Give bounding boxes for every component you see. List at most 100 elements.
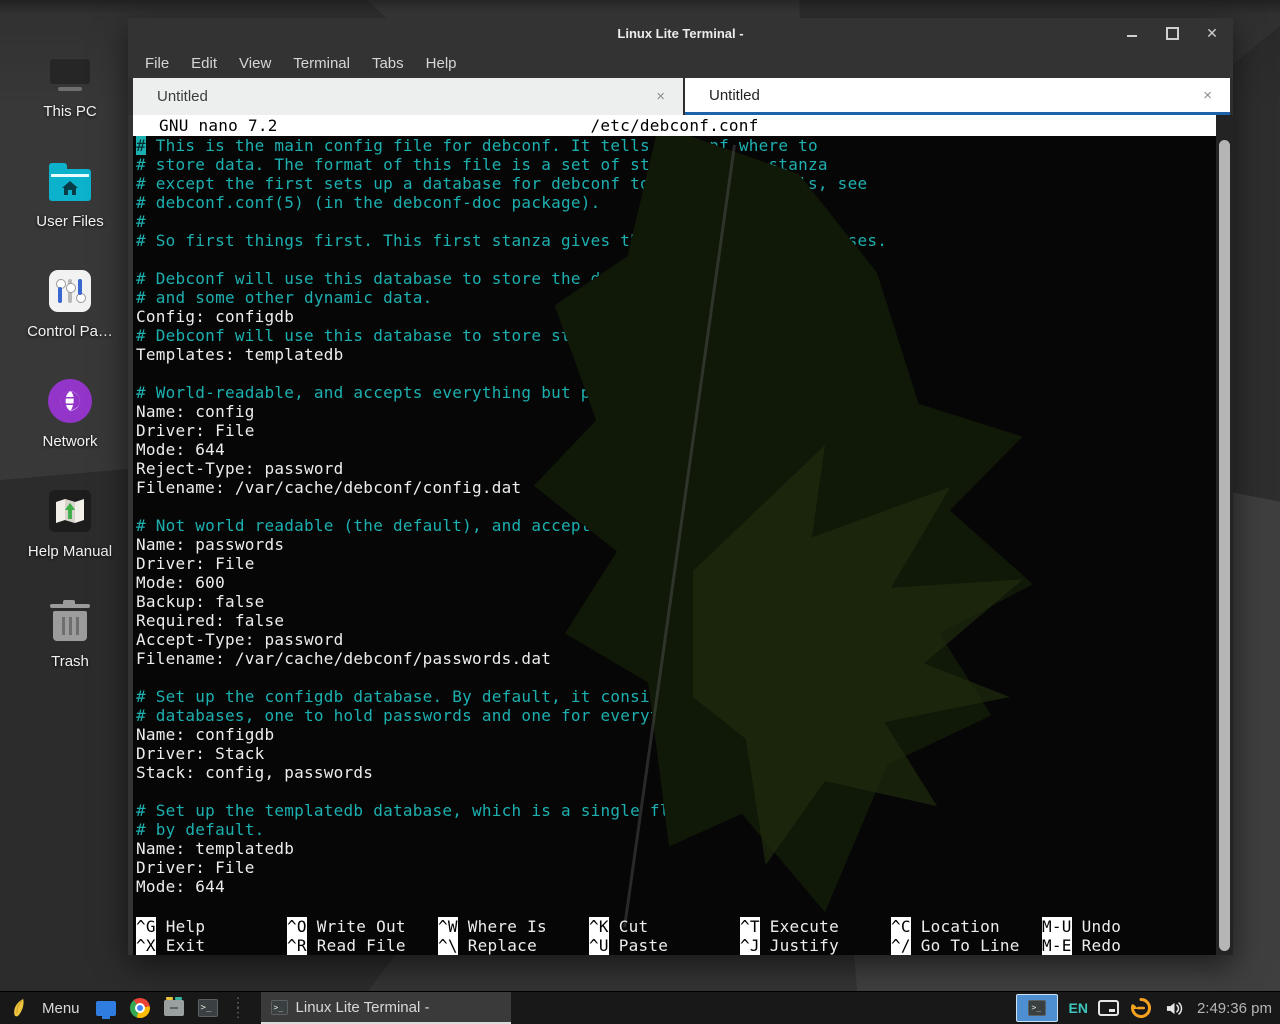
editor-line: # by default. xyxy=(133,820,1216,839)
editor-line: # Not world readable (the default), and … xyxy=(133,516,1216,535)
menu-button[interactable]: Menu xyxy=(42,1000,80,1017)
menu-edit[interactable]: Edit xyxy=(180,51,228,76)
desktop: This PC User Files Control Pa… xyxy=(0,0,1280,1024)
keyboard-layout-indicator[interactable]: EN xyxy=(1068,1000,1087,1016)
editor-line: # Debconf will use this database to stor… xyxy=(133,269,1216,288)
shortcut-cut[interactable]: ^KCut xyxy=(589,917,740,936)
editor-line: Config: configdb xyxy=(133,307,1216,326)
desktop-icon-trash[interactable]: Trash xyxy=(16,574,124,670)
update-manager-icon[interactable] xyxy=(1129,996,1153,1020)
tab-bar: Untitled × Untitled × xyxy=(128,78,1233,115)
editor-line: Name: config xyxy=(133,402,1216,421)
editor-line: Filename: /var/cache/debconf/passwords.d… xyxy=(133,649,1216,668)
editor-line xyxy=(133,364,1216,383)
titlebar[interactable]: Linux Lite Terminal - ✕ xyxy=(128,18,1233,48)
editor-line: # World-readable, and accepts everything… xyxy=(133,383,1216,402)
task-button-terminal[interactable]: >_ Linux Lite Terminal - xyxy=(261,992,511,1024)
terminal-launcher-icon[interactable]: >_ xyxy=(196,996,220,1020)
nano-shortcut-bar: ^GHelp ^XExit ^OWrite Out ^RRead File ^W… xyxy=(133,917,1216,955)
editor-line: # xyxy=(133,212,1216,231)
desktop-icon-help-manual[interactable]: Help Manual xyxy=(16,464,124,560)
editor-line xyxy=(133,668,1216,687)
tray-terminal-window-icon[interactable]: >_ xyxy=(1016,994,1058,1022)
shortcut-go-to-line[interactable]: ^/Go To Line xyxy=(891,936,1042,955)
tab-label: Untitled xyxy=(133,88,208,105)
shortcut-replace[interactable]: ^\Replace xyxy=(438,936,589,955)
taskbar: Menu >_ ⋮⋮ >_ Linux Lite Terminal - >_ E… xyxy=(0,991,1280,1024)
minimize-button[interactable] xyxy=(1125,26,1139,40)
editor-line: # Set up the configdb database. By defau… xyxy=(133,687,1216,706)
editor-line: Name: configdb xyxy=(133,725,1216,744)
shortcut-paste[interactable]: ^UPaste xyxy=(589,936,740,955)
tab-untitled-1[interactable]: Untitled × xyxy=(133,78,683,115)
computer-icon xyxy=(46,47,94,95)
menu-tabs[interactable]: Tabs xyxy=(361,51,415,76)
shortcut-write-out[interactable]: ^OWrite Out xyxy=(287,917,438,936)
terminal-screen[interactable]: GNU nano 7.2 /etc/debconf.conf # This is… xyxy=(133,115,1216,955)
tab-close-icon[interactable]: × xyxy=(1203,87,1212,104)
scrollbar[interactable] xyxy=(1216,115,1233,955)
clock[interactable]: 2:49:36 pm xyxy=(1197,1000,1272,1017)
shortcut-column: ^GHelp ^XExit xyxy=(136,917,287,955)
editor-line: Backup: false xyxy=(133,592,1216,611)
editor-line: # So first things first. This first stan… xyxy=(133,231,1216,250)
shortcut-read-file[interactable]: ^RRead File xyxy=(287,936,438,955)
editor-line: Mode: 600 xyxy=(133,573,1216,592)
close-button[interactable]: ✕ xyxy=(1205,26,1219,40)
globe-icon xyxy=(46,377,94,425)
shortcut-exit[interactable]: ^XExit xyxy=(136,936,287,955)
tab-close-icon[interactable]: × xyxy=(656,88,665,105)
taskbar-separator: ⋮⋮ xyxy=(232,998,245,1018)
linux-lite-logo-icon[interactable] xyxy=(8,996,32,1020)
editor-line: Name: passwords xyxy=(133,535,1216,554)
editor-line: Accept-Type: password xyxy=(133,630,1216,649)
shortcut-redo[interactable]: M-ERedo xyxy=(1042,936,1121,955)
volume-icon[interactable] xyxy=(1163,996,1187,1020)
terminal-area: GNU nano 7.2 /etc/debconf.conf # This is… xyxy=(133,115,1233,955)
chrome-icon[interactable] xyxy=(128,996,152,1020)
editor-line: Stack: config, passwords xyxy=(133,763,1216,782)
desktop-icon-this-pc[interactable]: This PC xyxy=(16,24,124,120)
desktop-icon-network[interactable]: Network xyxy=(16,354,124,450)
editor-line: # store data. The format of this file is… xyxy=(133,155,1216,174)
menu-view[interactable]: View xyxy=(228,51,282,76)
shortcut-execute[interactable]: ^TExecute xyxy=(740,917,891,936)
menu-terminal[interactable]: Terminal xyxy=(282,51,361,76)
menubar: File Edit View Terminal Tabs Help xyxy=(128,48,1233,78)
editor-line: Mode: 644 xyxy=(133,877,1216,896)
editor-line: # databases, one to hold passwords and o… xyxy=(133,706,1216,725)
shortcut-column: M-UUndo M-ERedo xyxy=(1042,917,1121,955)
tab-label: Untitled xyxy=(685,87,760,104)
desktop-icon-label: User Files xyxy=(36,213,104,230)
shortcut-where-is[interactable]: ^WWhere Is xyxy=(438,917,589,936)
maximize-button[interactable] xyxy=(1165,26,1179,40)
desktop-icon-label: Help Manual xyxy=(28,543,112,560)
desktop-icon-user-files[interactable]: User Files xyxy=(16,134,124,230)
tab-untitled-2[interactable]: Untitled × xyxy=(685,78,1230,115)
editor-line: # except the first sets up a database fo… xyxy=(133,174,1216,193)
editor-line: Driver: Stack xyxy=(133,744,1216,763)
file-manager-icon[interactable] xyxy=(162,996,186,1020)
display-settings-icon[interactable] xyxy=(1098,1000,1119,1016)
scrollbar-thumb[interactable] xyxy=(1219,140,1230,951)
desktop-icon-label: Control Pa… xyxy=(27,323,113,340)
editor-line: # This is the main config file for debco… xyxy=(133,136,1216,155)
shortcut-location[interactable]: ^CLocation xyxy=(891,917,1042,936)
desktop-icon-control-panel[interactable]: Control Pa… xyxy=(16,244,124,340)
menu-help[interactable]: Help xyxy=(415,51,468,76)
editor-line xyxy=(133,497,1216,516)
shortcut-help[interactable]: ^GHelp xyxy=(136,917,287,936)
menu-file[interactable]: File xyxy=(134,51,180,76)
terminal-icon: >_ xyxy=(271,1000,288,1015)
desktop-icon-column: This PC User Files Control Pa… xyxy=(16,24,124,684)
editor-line: # and some other dynamic data. xyxy=(133,288,1216,307)
shortcut-justify[interactable]: ^JJustify xyxy=(740,936,891,955)
show-desktop-icon[interactable] xyxy=(94,996,118,1020)
editor-line xyxy=(133,782,1216,801)
text-cursor: # xyxy=(136,136,146,155)
editor-lines: # This is the main config file for debco… xyxy=(133,136,1216,896)
editor-line: # debconf.conf(5) (in the debconf-doc pa… xyxy=(133,193,1216,212)
editor-line xyxy=(133,250,1216,269)
terminal-window: Linux Lite Terminal - ✕ File Edit View T… xyxy=(128,18,1233,955)
shortcut-undo[interactable]: M-UUndo xyxy=(1042,917,1121,936)
